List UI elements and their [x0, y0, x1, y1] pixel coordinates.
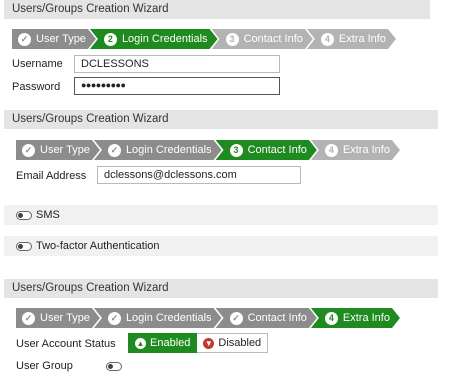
step-extra-info[interactable]: 4 Extra Info — [311, 140, 400, 160]
step-number: 2 — [104, 33, 117, 46]
step-extra-info[interactable]: 4 Extra Info — [311, 308, 400, 328]
step-number: 4 — [325, 312, 338, 325]
password-label: Password — [12, 81, 61, 93]
enabled-button[interactable]: ▲ Enabled — [128, 333, 198, 353]
step-label: User Type — [36, 33, 86, 45]
step-user-type[interactable]: ✓ User Type — [16, 308, 100, 328]
twofactor-label: Two-factor Authentication — [36, 240, 160, 252]
step-label: Contact Info — [247, 144, 307, 156]
account-status-switch: ▲ Enabled ▼ Disabled — [128, 333, 269, 353]
step-user-type[interactable]: ✓ User Type — [16, 140, 100, 160]
step-login-credentials[interactable]: 2 Login Credentials — [90, 29, 218, 49]
step-number: 4 — [325, 144, 338, 157]
enabled-label: Enabled — [150, 337, 191, 349]
step-label: Login Credentials — [125, 144, 212, 156]
step-number: 3 — [226, 33, 239, 46]
step-label: Login Credentials — [121, 33, 208, 45]
step-label: Contact Info — [247, 312, 307, 324]
check-icon: ✓ — [230, 312, 243, 325]
disabled-button[interactable]: ▼ Disabled — [197, 333, 269, 353]
step-label: User Type — [40, 312, 90, 324]
step-login-credentials[interactable]: ✓ Login Credentials — [94, 140, 222, 160]
wizard-title: Users/Groups Creation Wizard — [4, 110, 438, 129]
step-contact-info[interactable]: ✓ Contact Info — [216, 308, 317, 328]
step-number: 3 — [230, 144, 243, 157]
user-group-toggle[interactable] — [106, 362, 122, 371]
account-status-label: User Account Status — [16, 338, 116, 350]
step-contact-info[interactable]: 3 Contact Info — [212, 29, 313, 49]
wizard-steps: ✓ User Type ✓ Login Credentials ✓ Contac… — [16, 308, 394, 328]
step-number: 4 — [321, 33, 334, 46]
wizard-steps: ✓ User Type 2 Login Credentials 3 Contac… — [12, 29, 390, 49]
step-label: Extra Info — [342, 312, 390, 324]
step-label: Extra Info — [342, 144, 390, 156]
twofactor-toggle[interactable] — [16, 242, 32, 251]
sms-toggle[interactable] — [16, 211, 32, 220]
wizard-title: Users/Groups Creation Wizard — [4, 279, 438, 298]
sms-row: SMS — [4, 205, 438, 225]
step-login-credentials[interactable]: ✓ Login Credentials — [94, 308, 222, 328]
step-label: Login Credentials — [125, 312, 212, 324]
wizard-title: Users/Groups Creation Wizard — [4, 0, 430, 19]
step-user-type[interactable]: ✓ User Type — [12, 29, 96, 49]
check-icon: ✓ — [108, 144, 121, 157]
arrow-up-icon: ▲ — [135, 337, 146, 349]
step-extra-info[interactable]: 4 Extra Info — [307, 29, 396, 49]
password-input[interactable]: ●●●●●●●●● — [74, 77, 280, 95]
email-label: Email Address — [16, 170, 87, 182]
disabled-label: Disabled — [218, 337, 262, 349]
check-icon: ✓ — [108, 312, 121, 325]
check-icon: ✓ — [22, 144, 35, 157]
step-label: User Type — [40, 144, 90, 156]
username-input[interactable]: DCLESSONS — [74, 55, 280, 73]
check-icon: ✓ — [18, 33, 31, 46]
check-icon: ✓ — [22, 312, 35, 325]
wizard-steps: ✓ User Type ✓ Login Credentials 3 Contac… — [16, 140, 394, 160]
username-label: Username — [12, 58, 63, 70]
sms-label: SMS — [36, 209, 60, 221]
user-group-label: User Group — [16, 360, 73, 372]
arrow-down-icon: ▼ — [203, 337, 215, 349]
step-label: Extra Info — [338, 33, 386, 45]
step-contact-info[interactable]: 3 Contact Info — [216, 140, 317, 160]
twofactor-row: Two-factor Authentication — [4, 236, 438, 256]
email-input[interactable]: dclessons@dclessons.com — [97, 166, 301, 184]
step-label: Contact Info — [243, 33, 303, 45]
